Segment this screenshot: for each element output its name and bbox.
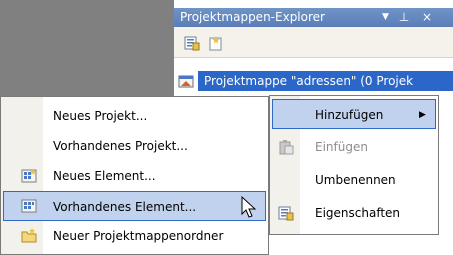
menu-item-label: Vorhandenes Projekt...	[53, 139, 188, 153]
new-item-icon	[21, 169, 37, 183]
menu-item-rename[interactable]: Umbenennen	[272, 165, 436, 195]
window-position-dropdown-icon[interactable]: ▼	[382, 8, 389, 27]
solution-node[interactable]: Projektmappe "adressen" (0 Projek	[198, 71, 453, 91]
close-icon[interactable]: ×	[422, 8, 432, 27]
menu-item-new-item[interactable]: Neues Element...	[3, 161, 266, 191]
menu-item-paste[interactable]: Einfügen	[272, 132, 436, 162]
menu-item-label: Umbenennen	[315, 173, 396, 187]
solution-label: Projektmappe "adressen" (0 Projek	[204, 74, 414, 88]
menu-item-new-project[interactable]: Neues Projekt...	[3, 101, 266, 131]
properties-icon[interactable]	[184, 35, 200, 51]
solution-icon	[178, 75, 194, 88]
mouse-cursor-icon	[241, 196, 257, 218]
solution-context-menu: Hinzufügen ▶ Einfügen Umbenennen Eigensc…	[269, 95, 439, 235]
menu-item-properties[interactable]: Eigenschaften	[272, 198, 436, 228]
show-all-files-icon[interactable]	[208, 35, 224, 51]
solution-folder-icon	[21, 228, 37, 243]
menu-item-label: Neues Projekt...	[53, 109, 148, 123]
menu-item-label: Einfügen	[315, 140, 368, 154]
existing-item-icon	[21, 199, 37, 213]
menu-item-existing-project[interactable]: Vorhandenes Projekt...	[3, 131, 266, 161]
explorer-title-bar: Projektmappen-Explorer ▼ ⊥ ×	[174, 8, 453, 27]
explorer-toolbar	[174, 27, 453, 58]
menu-item-label: Neuer Projektmappenordner	[53, 229, 224, 243]
add-context-menu: Neues Projekt... Vorhandenes Projekt... …	[0, 96, 269, 255]
properties-icon	[278, 206, 294, 221]
menu-item-label: Eigenschaften	[315, 206, 401, 220]
auto-hide-pin-icon[interactable]: ⊥	[398, 8, 410, 27]
menu-item-label: Vorhandenes Element...	[53, 200, 197, 214]
submenu-arrow-icon: ▶	[419, 110, 426, 120]
menu-item-label: Hinzufügen	[315, 108, 384, 122]
menu-item-label: Neues Element...	[53, 169, 156, 183]
paste-icon	[279, 140, 294, 155]
explorer-title: Projektmappen-Explorer	[180, 10, 325, 24]
menu-item-existing-item[interactable]: Vorhandenes Element...	[3, 191, 266, 221]
menu-item-new-solution-folder[interactable]: Neuer Projektmappenordner	[3, 221, 266, 251]
menu-item-add[interactable]: Hinzufügen ▶	[272, 99, 436, 129]
